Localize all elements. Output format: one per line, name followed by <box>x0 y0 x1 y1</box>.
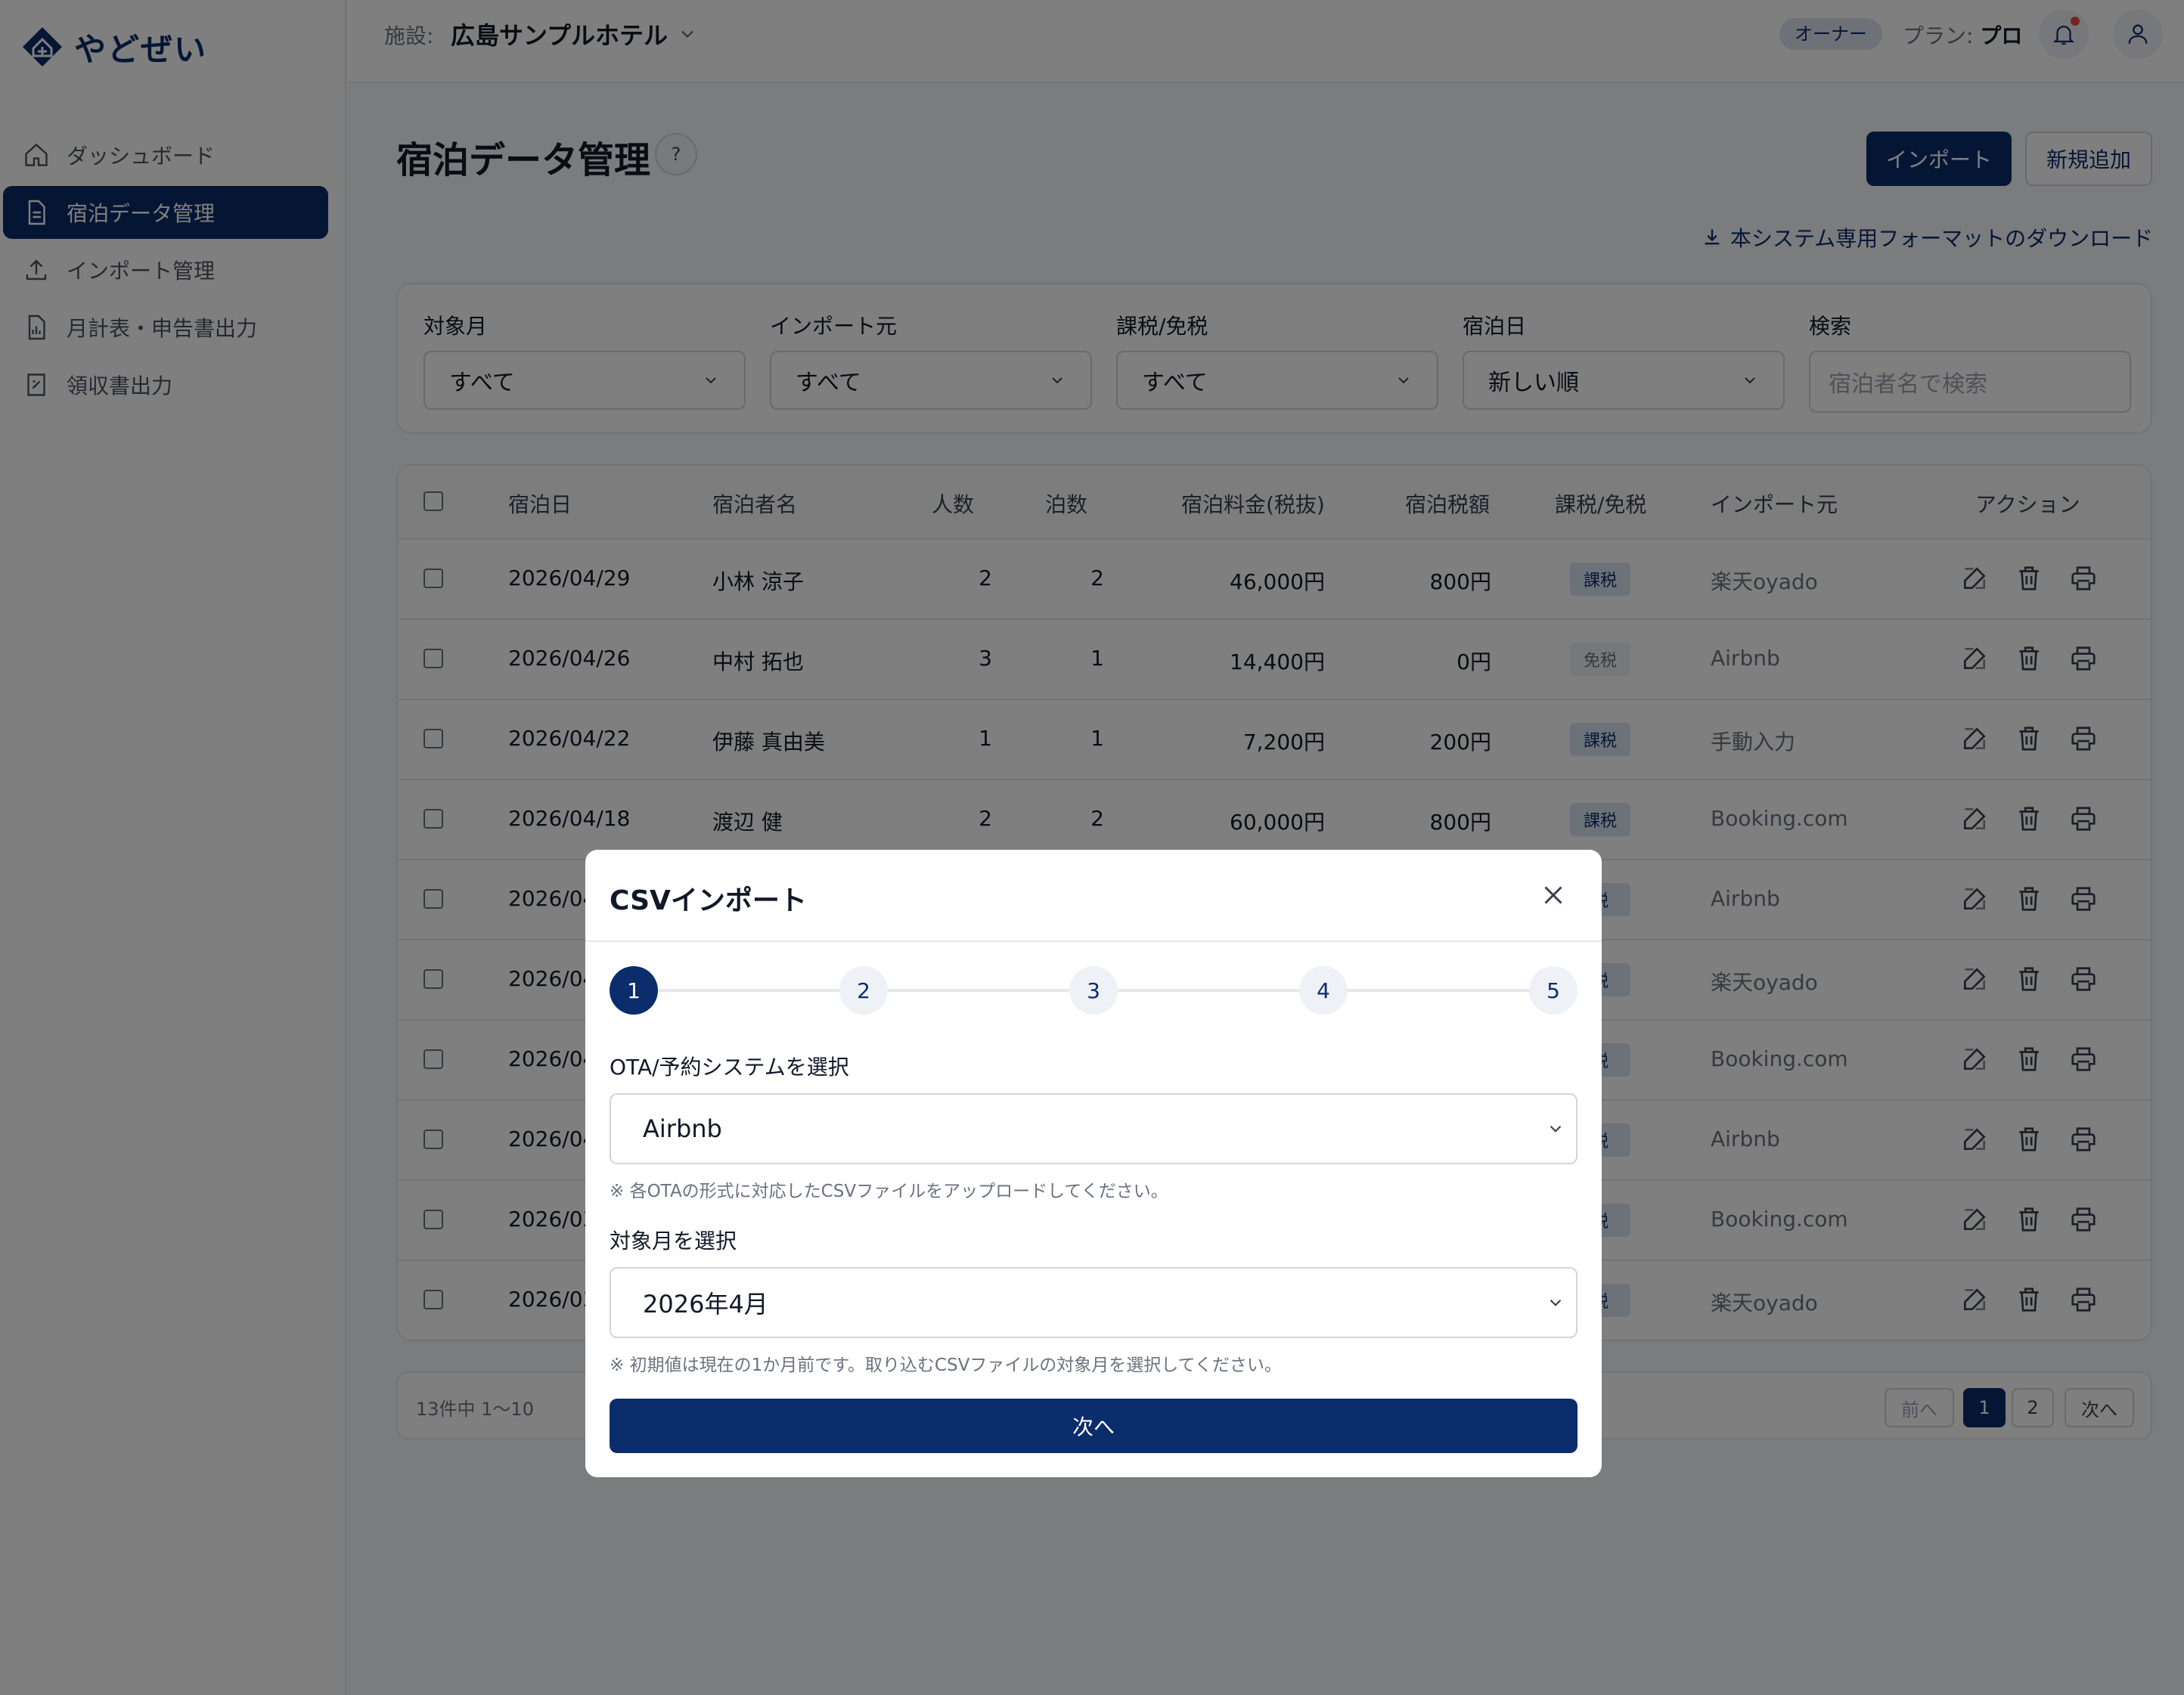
ota-label: OTA/予約システムを選択 <box>610 1055 849 1080</box>
csv-import-modal: CSVインポート 1 2 3 4 5 OTA/予約システムを選択 Airbnb … <box>585 850 1602 1477</box>
step-4: 4 <box>1299 966 1348 1015</box>
close-icon[interactable] <box>1540 882 1567 909</box>
ota-note: ※ 各OTAの形式に対応したCSVファイルをアップロードしてください。 <box>610 1182 1168 1201</box>
ota-select[interactable]: Airbnb <box>610 1093 1578 1164</box>
step-1: 1 <box>610 966 658 1015</box>
target-month-select[interactable]: 2026年4月 <box>610 1267 1578 1338</box>
step-5: 5 <box>1529 966 1578 1015</box>
step-3: 3 <box>1069 966 1118 1015</box>
target-month-note: ※ 初期値は現在の1か月前です。取り込むCSVファイルの対象月を選択してください… <box>610 1356 1282 1375</box>
next-button[interactable]: 次へ <box>610 1399 1578 1453</box>
chevron-down-icon <box>1550 1299 1562 1306</box>
target-month-label: 対象月を選択 <box>610 1229 737 1253</box>
ota-select-value: Airbnb <box>643 1114 722 1143</box>
step-2: 2 <box>839 966 888 1015</box>
target-month-value: 2026年4月 <box>643 1290 768 1319</box>
modal-divider <box>585 940 1602 942</box>
chevron-down-icon <box>1550 1125 1562 1133</box>
modal-title: CSVインポート <box>610 885 807 916</box>
